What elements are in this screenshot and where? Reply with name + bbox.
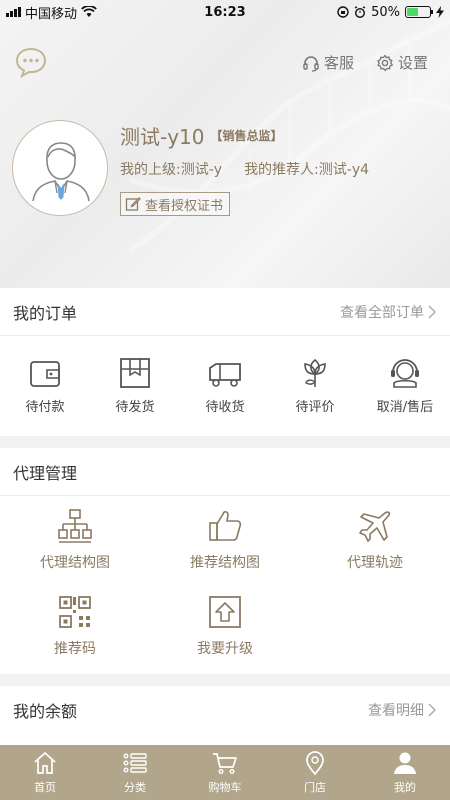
order-pending-shipment[interactable]: 待发货 — [90, 356, 180, 415]
battery-percent: 50% — [371, 4, 400, 20]
order-pending-receipt-label: 待收货 — [205, 400, 245, 415]
location-icon — [306, 751, 324, 776]
headset-icon — [391, 359, 419, 388]
agent-title: 代理管理 — [13, 463, 78, 483]
qr-code-icon — [59, 596, 91, 628]
agent-track-item[interactable]: 代理轨迹 — [300, 508, 450, 572]
referral-code-item[interactable]: 推荐码 — [0, 594, 150, 658]
order-pending-review[interactable]: 待评价 — [270, 356, 360, 415]
thumbs-up-icon — [209, 511, 242, 541]
wallet-icon — [30, 361, 60, 387]
chevron-right-icon — [428, 305, 436, 318]
agent-track-label: 代理轨迹 — [347, 555, 403, 571]
gear-icon — [376, 53, 394, 71]
user-icon — [394, 752, 416, 774]
tab-store-label: 门店 — [304, 781, 326, 794]
user-name: 测试-y10 — [120, 125, 205, 149]
orders-title: 我的订单 — [13, 303, 78, 323]
referrer-text: 我的推荐人:测试-y4 — [244, 162, 370, 178]
order-pending-payment[interactable]: 待付款 — [0, 356, 90, 415]
order-pending-shipment-label: 待发货 — [115, 400, 155, 415]
referral-code-label: 推荐码 — [54, 641, 96, 657]
cart-icon — [213, 753, 237, 775]
category-icon — [123, 753, 147, 773]
order-pending-review-label: 待评价 — [295, 400, 335, 415]
airplane-icon — [359, 511, 391, 542]
agent-structure-label: 代理结构图 — [40, 555, 110, 571]
bottom-tab-bar: 首页 分类 购物车 门店 我的 — [0, 745, 450, 800]
superior-text: 我的上级:测试-y — [120, 162, 223, 178]
referral-structure-label: 推荐结构图 — [190, 555, 260, 571]
message-icon[interactable] — [14, 46, 48, 78]
tab-mine[interactable]: 我的 — [360, 745, 450, 800]
customer-service-label: 客服 — [323, 54, 354, 72]
tab-store[interactable]: 门店 — [270, 745, 360, 800]
upgrade-label: 我要升级 — [197, 641, 253, 657]
rotation-lock-icon — [337, 6, 349, 18]
battery-icon — [405, 6, 433, 18]
charging-icon — [436, 6, 444, 18]
order-after-sales[interactable]: 取消/售后 — [360, 356, 450, 415]
org-chart-icon — [58, 509, 92, 543]
agent-structure-item[interactable]: 代理结构图 — [0, 508, 150, 572]
certificate-label: 查看授权证书 — [145, 198, 224, 214]
tab-home-label: 首页 — [34, 781, 56, 794]
tab-home[interactable]: 首页 — [0, 745, 90, 800]
upgrade-item[interactable]: 我要升级 — [150, 594, 300, 658]
view-all-orders-link[interactable]: 查看全部订单 — [340, 302, 436, 322]
package-icon — [120, 358, 150, 388]
balance-title: 我的余额 — [13, 702, 78, 721]
tab-category-label: 分类 — [124, 781, 146, 794]
avatar[interactable] — [12, 120, 108, 216]
flower-icon — [304, 358, 326, 387]
edit-icon — [125, 197, 141, 211]
agent-section: 代理管理 代理结构图 推荐结构图 代理轨迹 推荐码 我要升级 — [0, 448, 450, 674]
home-icon — [34, 751, 56, 774]
tab-cart-label: 购物车 — [208, 781, 242, 794]
tab-cart[interactable]: 购物车 — [180, 745, 270, 800]
chevron-right-icon — [428, 703, 436, 717]
orders-section: 我的订单 查看全部订单 待付款 待发货 待收货 待评价 取消/售后 — [0, 288, 450, 436]
settings-button[interactable]: 设置 — [376, 52, 428, 73]
tab-category[interactable]: 分类 — [90, 745, 180, 800]
order-pending-payment-label: 待付款 — [25, 400, 65, 415]
user-avatar-icon — [32, 142, 90, 202]
referral-structure-item[interactable]: 推荐结构图 — [150, 508, 300, 572]
upgrade-icon — [209, 596, 241, 628]
order-after-sales-label: 取消/售后 — [376, 400, 434, 415]
view-balance-details-label: 查看明细 — [368, 703, 424, 719]
balance-section: 我的余额 查看明细 — [0, 686, 450, 746]
truck-icon — [209, 363, 241, 387]
order-pending-receipt[interactable]: 待收货 — [180, 356, 270, 415]
alarm-icon — [354, 6, 366, 18]
view-certificate-button[interactable]: 查看授权证书 — [120, 192, 231, 216]
user-role-badge: 【销售总监】 — [210, 129, 283, 143]
headset-icon — [303, 55, 319, 72]
settings-label: 设置 — [397, 54, 428, 72]
view-all-orders-label: 查看全部订单 — [340, 304, 424, 321]
view-balance-details-link[interactable]: 查看明细 — [368, 700, 436, 720]
status-bar: 中国移动 16:23 50% — [0, 0, 450, 24]
customer-service-button[interactable]: 客服 — [302, 52, 354, 73]
tab-mine-label: 我的 — [394, 781, 416, 794]
